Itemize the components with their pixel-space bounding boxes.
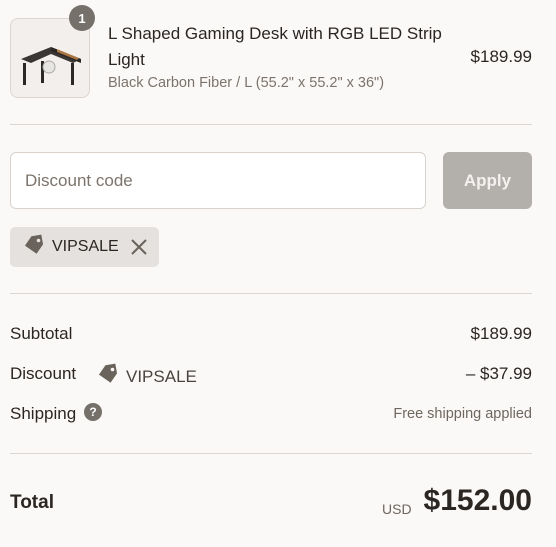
remove-code-button[interactable]	[129, 237, 149, 257]
product-title: L Shaped Gaming Desk with RGB LED Strip …	[108, 24, 442, 69]
divider	[10, 453, 532, 454]
apply-button[interactable]: Apply	[443, 152, 532, 209]
applied-code-label: VIPSALE	[52, 238, 119, 255]
discount-code-tag: VIPSALE	[96, 362, 197, 391]
tag-icon	[22, 233, 46, 262]
applied-discount-chip: VIPSALE	[10, 227, 159, 267]
discount-code-name: VIPSALE	[126, 366, 197, 386]
tag-icon	[96, 362, 120, 391]
quantity-badge: 1	[69, 5, 95, 31]
total-label: Total	[10, 492, 54, 513]
product-price: $189.99	[470, 47, 532, 66]
discount-code-input[interactable]	[10, 152, 426, 209]
currency-code: USD	[382, 501, 412, 517]
question-icon[interactable]: ?	[84, 403, 102, 421]
l-shaped-desk-image	[21, 47, 81, 85]
close-icon	[130, 239, 147, 255]
shipping-value: Free shipping applied	[393, 406, 532, 422]
total-amount: $152.00	[423, 484, 532, 517]
divider	[10, 124, 532, 125]
subtotal-label: Subtotal	[10, 324, 73, 343]
discount-value: – $37.99	[465, 364, 532, 383]
discount-label: Discount	[10, 364, 77, 383]
product-variant: Black Carbon Fiber / L (55.2" x 55.2" x …	[108, 75, 385, 91]
shipping-label: Shipping	[10, 404, 77, 423]
subtotal-value: $189.99	[470, 324, 532, 343]
divider	[10, 293, 532, 294]
